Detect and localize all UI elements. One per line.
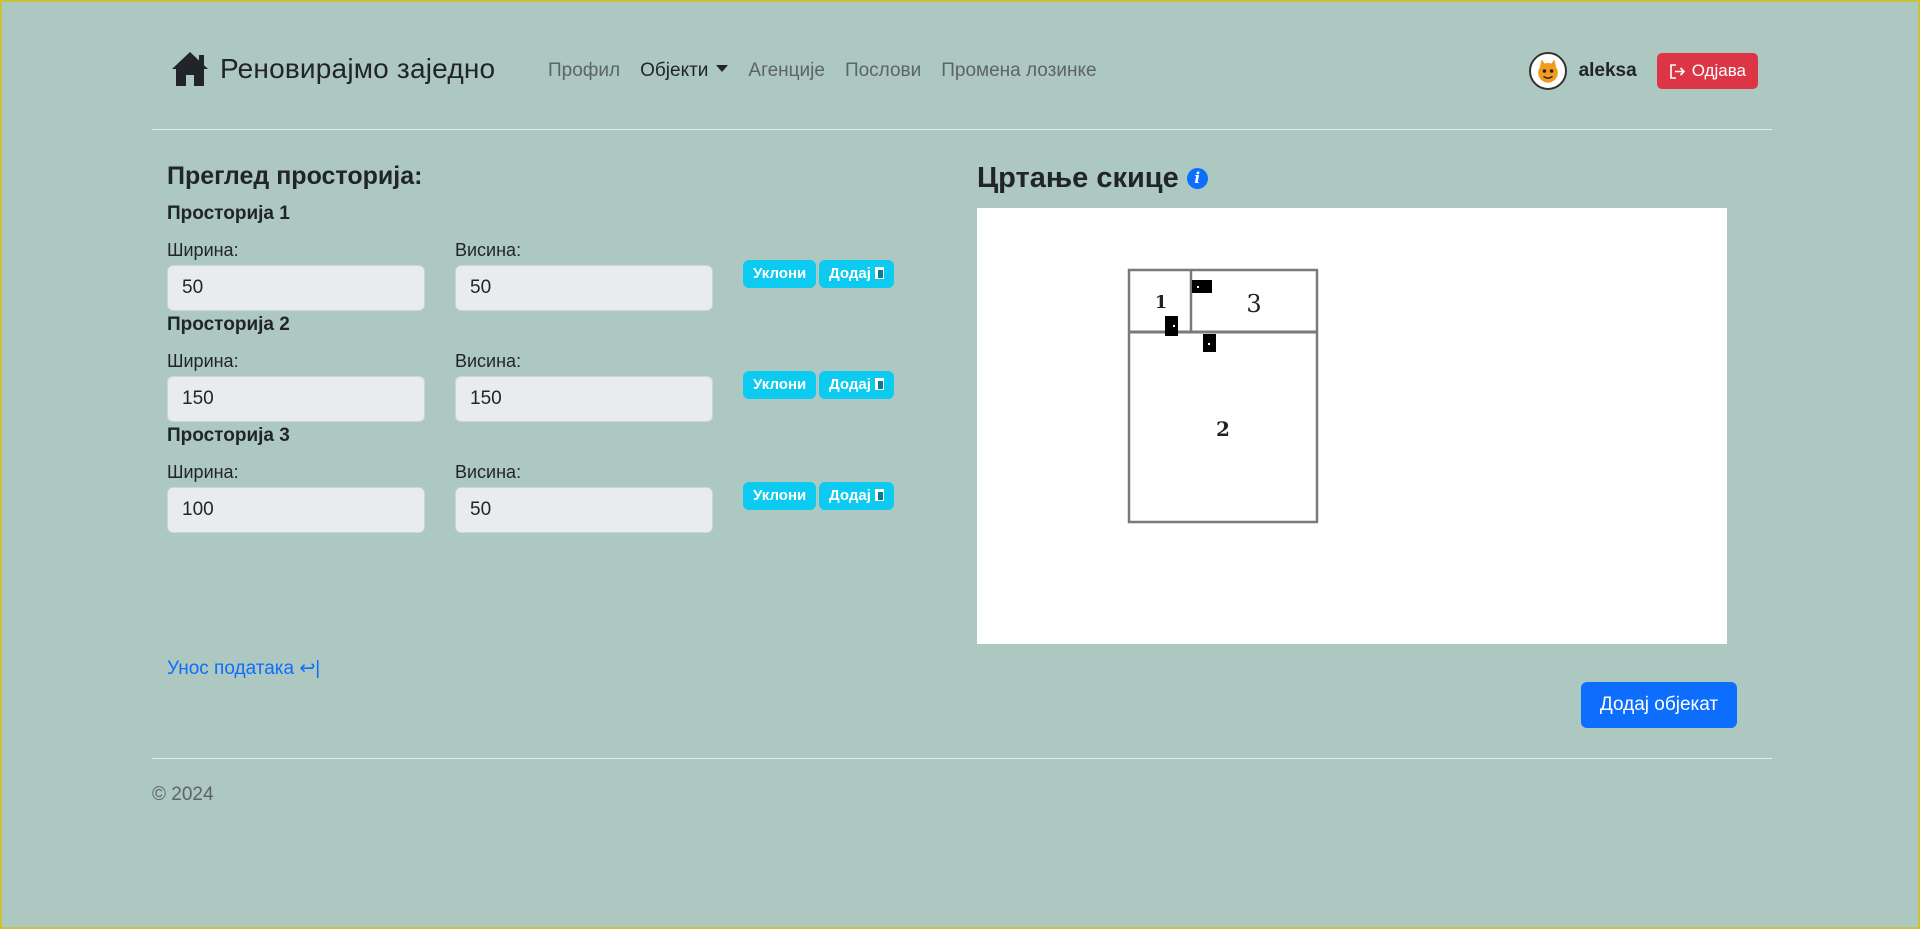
room-2-height-input[interactable] [455, 376, 713, 422]
brand[interactable]: Реновирајмо заједно [170, 50, 495, 88]
room-label-2: 2 [1216, 417, 1230, 441]
room-3-add-door-button[interactable]: Додај [819, 482, 894, 510]
nav-agencies[interactable]: Агенције [748, 60, 825, 82]
add-object-button[interactable]: Додај објекат [1581, 682, 1737, 728]
chevron-down-icon [716, 65, 729, 73]
room-2-title: Просторија 2 [167, 314, 290, 335]
door-icon [874, 378, 884, 390]
room-1-width-input[interactable] [167, 265, 425, 311]
door-icon [874, 489, 884, 501]
room-1-add-label: Додај [829, 265, 871, 282]
door-icon[interactable] [1203, 334, 1216, 352]
rooms-section-title: Преглед просторија: [167, 162, 423, 190]
brand-title: Реновирајмо заједно [220, 53, 496, 84]
sketch-canvas[interactable]: 1 3 2 [977, 208, 1727, 644]
room-3-add-label: Додај [829, 487, 871, 504]
room-2-add-label: Додај [829, 376, 871, 393]
room-2-width-input[interactable] [167, 376, 425, 422]
room-1-width-label: Ширина: [167, 240, 239, 260]
room-3-height-label: Висина: [455, 462, 522, 482]
room-2-add-door-button[interactable]: Додај [819, 371, 894, 399]
navbar: Реновирајмо заједно Профил Објекти Агенц… [152, 2, 1772, 130]
user-area: aleksa Одјава [1528, 52, 1758, 90]
logout-icon [1669, 63, 1685, 79]
nav-jobs[interactable]: Послови [845, 60, 921, 82]
sketch-title: Цртање скице i [977, 162, 1208, 195]
room-1-height-input[interactable] [455, 265, 713, 311]
door-icon[interactable] [1165, 316, 1178, 336]
info-icon[interactable]: i [1186, 168, 1208, 189]
avatar [1528, 52, 1567, 90]
username: aleksa [1578, 60, 1637, 81]
footer-divider [152, 758, 1772, 759]
room-label-1: 1 [1155, 292, 1168, 313]
room-3-width-label: Ширина: [167, 462, 239, 482]
nav-change-password[interactable]: Промена лозинке [941, 60, 1096, 82]
copyright: © 2024 [152, 784, 214, 805]
room-1-title: Просторија 1 [167, 203, 290, 224]
logout-button[interactable]: Одјава [1656, 53, 1758, 89]
room-3-title: Просторија 3 [167, 425, 290, 446]
room-1-remove-button[interactable]: Уклони [743, 260, 817, 288]
room-1-add-door-button[interactable]: Додај [819, 260, 894, 288]
house-icon [172, 52, 208, 86]
door-icon[interactable] [1192, 280, 1212, 293]
nav-profile[interactable]: Профил [548, 60, 620, 82]
main-nav: Профил Објекти Агенције Послови Промена … [548, 60, 1097, 82]
sketch-title-text: Цртање скице [977, 162, 1179, 194]
room-label-3: 3 [1246, 290, 1261, 318]
room-3-width-input[interactable] [167, 487, 425, 533]
room-3-height-input[interactable] [455, 487, 713, 533]
nav-objects-dropdown[interactable]: Објекти [640, 60, 729, 82]
sketch-drawing: 1 3 2 [1127, 268, 1319, 524]
room-2-remove-button[interactable]: Уклони [743, 371, 817, 399]
door-icon [874, 267, 884, 279]
logout-label: Одјава [1691, 61, 1746, 80]
data-entry-link[interactable]: Унос података ↩| [167, 657, 320, 680]
room-2-width-label: Ширина: [167, 351, 239, 371]
nav-objects-label: Објекти [640, 60, 709, 81]
room-3-remove-button[interactable]: Уклони [743, 482, 817, 510]
avatar-cat-icon [1537, 59, 1558, 83]
room-2-height-label: Висина: [455, 351, 522, 371]
room-1-height-label: Висина: [455, 240, 522, 260]
